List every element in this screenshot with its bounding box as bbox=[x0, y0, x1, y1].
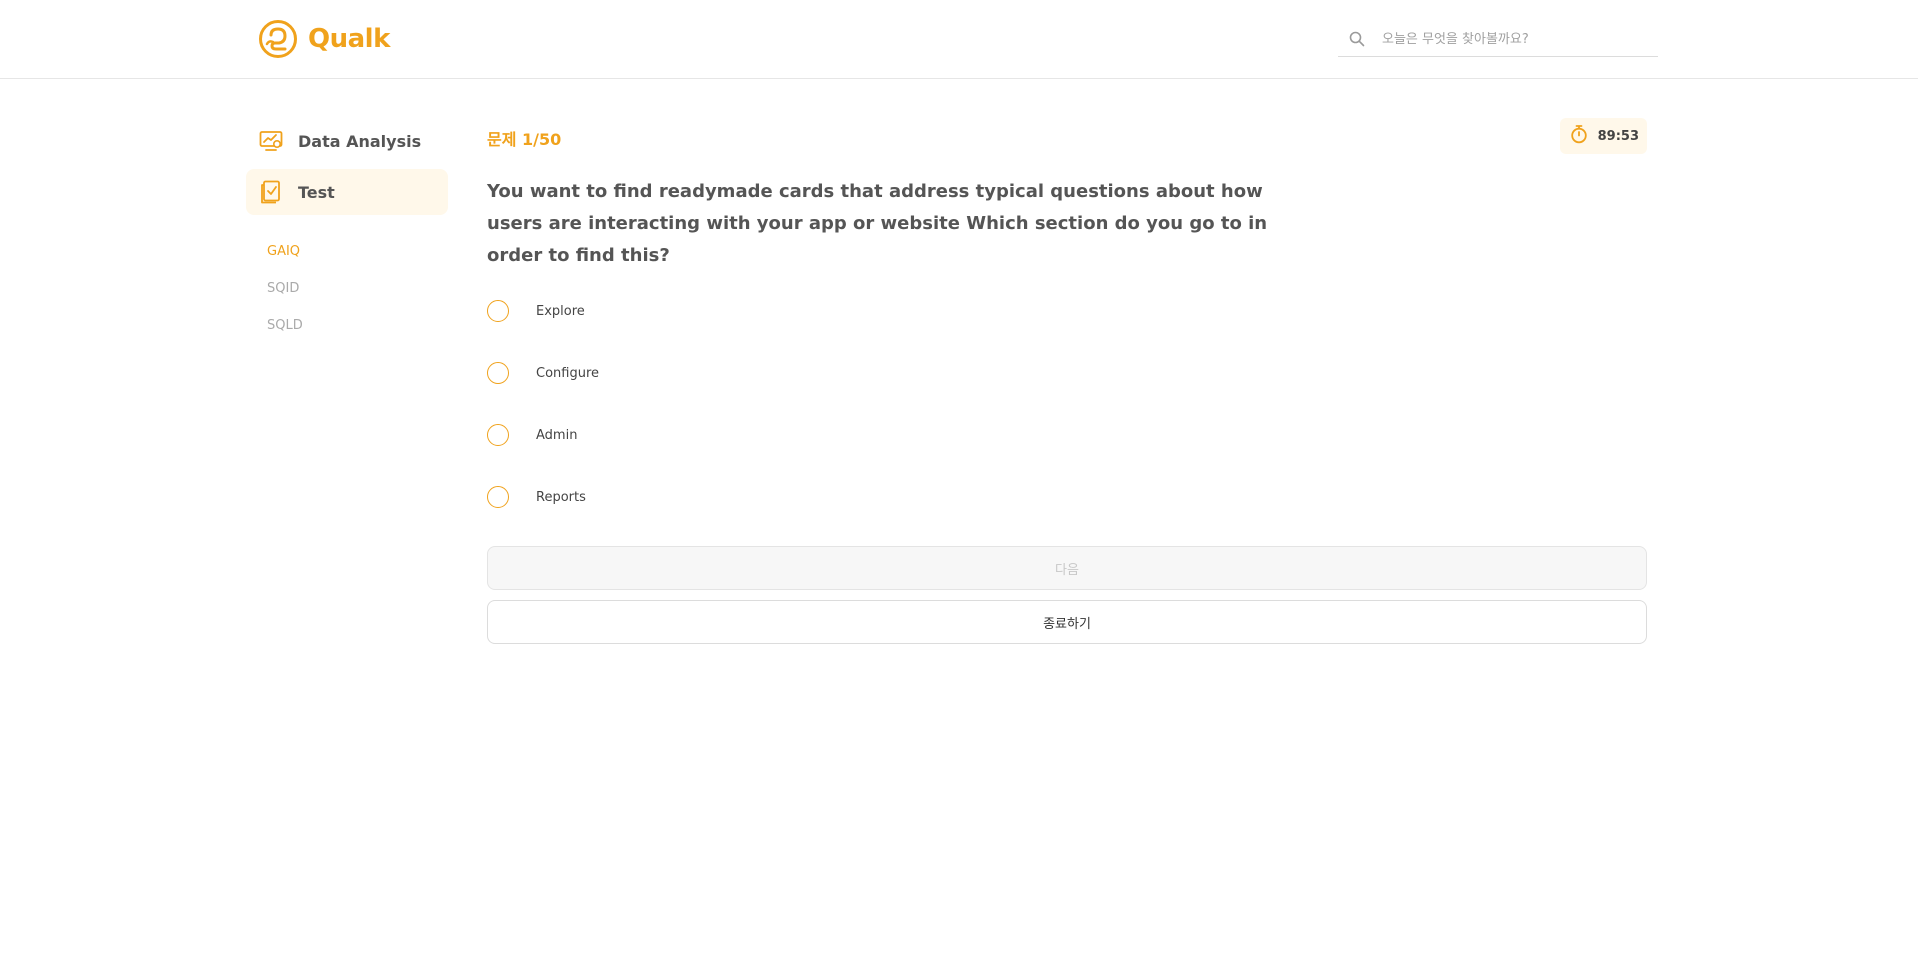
answer-option[interactable]: Admin bbox=[487, 404, 1087, 466]
radio-button[interactable] bbox=[487, 486, 509, 508]
radio-button[interactable] bbox=[487, 424, 509, 446]
sub-item-gaiq[interactable]: GAIQ bbox=[267, 233, 448, 270]
checklist-icon bbox=[258, 179, 284, 205]
top-header: Qualk bbox=[0, 0, 1918, 79]
next-button[interactable]: 다음 bbox=[487, 546, 1647, 590]
question-counter: 문제 1/50 bbox=[487, 130, 562, 149]
radio-button[interactable] bbox=[487, 362, 509, 384]
test-sub-list: GAIQ SQID SQLD bbox=[246, 233, 448, 344]
logo-text: Qualk bbox=[308, 24, 390, 54]
search-icon[interactable] bbox=[1342, 31, 1372, 47]
sidebar-item-data-analysis[interactable]: Data Analysis bbox=[246, 118, 448, 164]
answer-option[interactable]: Configure bbox=[487, 342, 1087, 404]
end-quiz-button[interactable]: 종료하기 bbox=[487, 600, 1647, 644]
sidebar-item-test[interactable]: Test bbox=[246, 169, 448, 215]
timer-badge: 89:53 bbox=[1559, 118, 1647, 154]
answer-option[interactable]: Explore bbox=[487, 280, 1087, 342]
answer-option[interactable]: Reports bbox=[487, 466, 1087, 528]
answer-options: Explore Configure Admin Reports bbox=[487, 280, 1087, 528]
chart-monitor-icon bbox=[258, 128, 284, 154]
sub-item-sqld[interactable]: SQLD bbox=[267, 307, 448, 344]
search-bar bbox=[1338, 22, 1658, 57]
sidebar-item-label: Test bbox=[298, 182, 335, 202]
answer-option-label: Reports bbox=[536, 489, 586, 505]
sidebar-item-label: Data Analysis bbox=[298, 131, 422, 151]
answer-option-label: Configure bbox=[536, 365, 600, 381]
radio-button[interactable] bbox=[487, 300, 509, 322]
answer-option-label: Explore bbox=[536, 303, 585, 319]
sub-item-sqid[interactable]: SQID bbox=[267, 270, 448, 307]
page: Qualk Data Analysis bbox=[0, 0, 1918, 966]
question-text: You want to find readymade cards that ad… bbox=[487, 181, 1268, 266]
answer-option-label: Admin bbox=[536, 427, 578, 443]
sidebar: Data Analysis Test GAIQ SQID SQLD bbox=[246, 118, 448, 344]
logo-icon bbox=[259, 20, 297, 58]
timer-text: 89:53 bbox=[1597, 128, 1639, 144]
search-input[interactable] bbox=[1380, 30, 1644, 48]
stopwatch-icon bbox=[1570, 124, 1588, 149]
logo[interactable]: Qualk bbox=[258, 18, 390, 60]
